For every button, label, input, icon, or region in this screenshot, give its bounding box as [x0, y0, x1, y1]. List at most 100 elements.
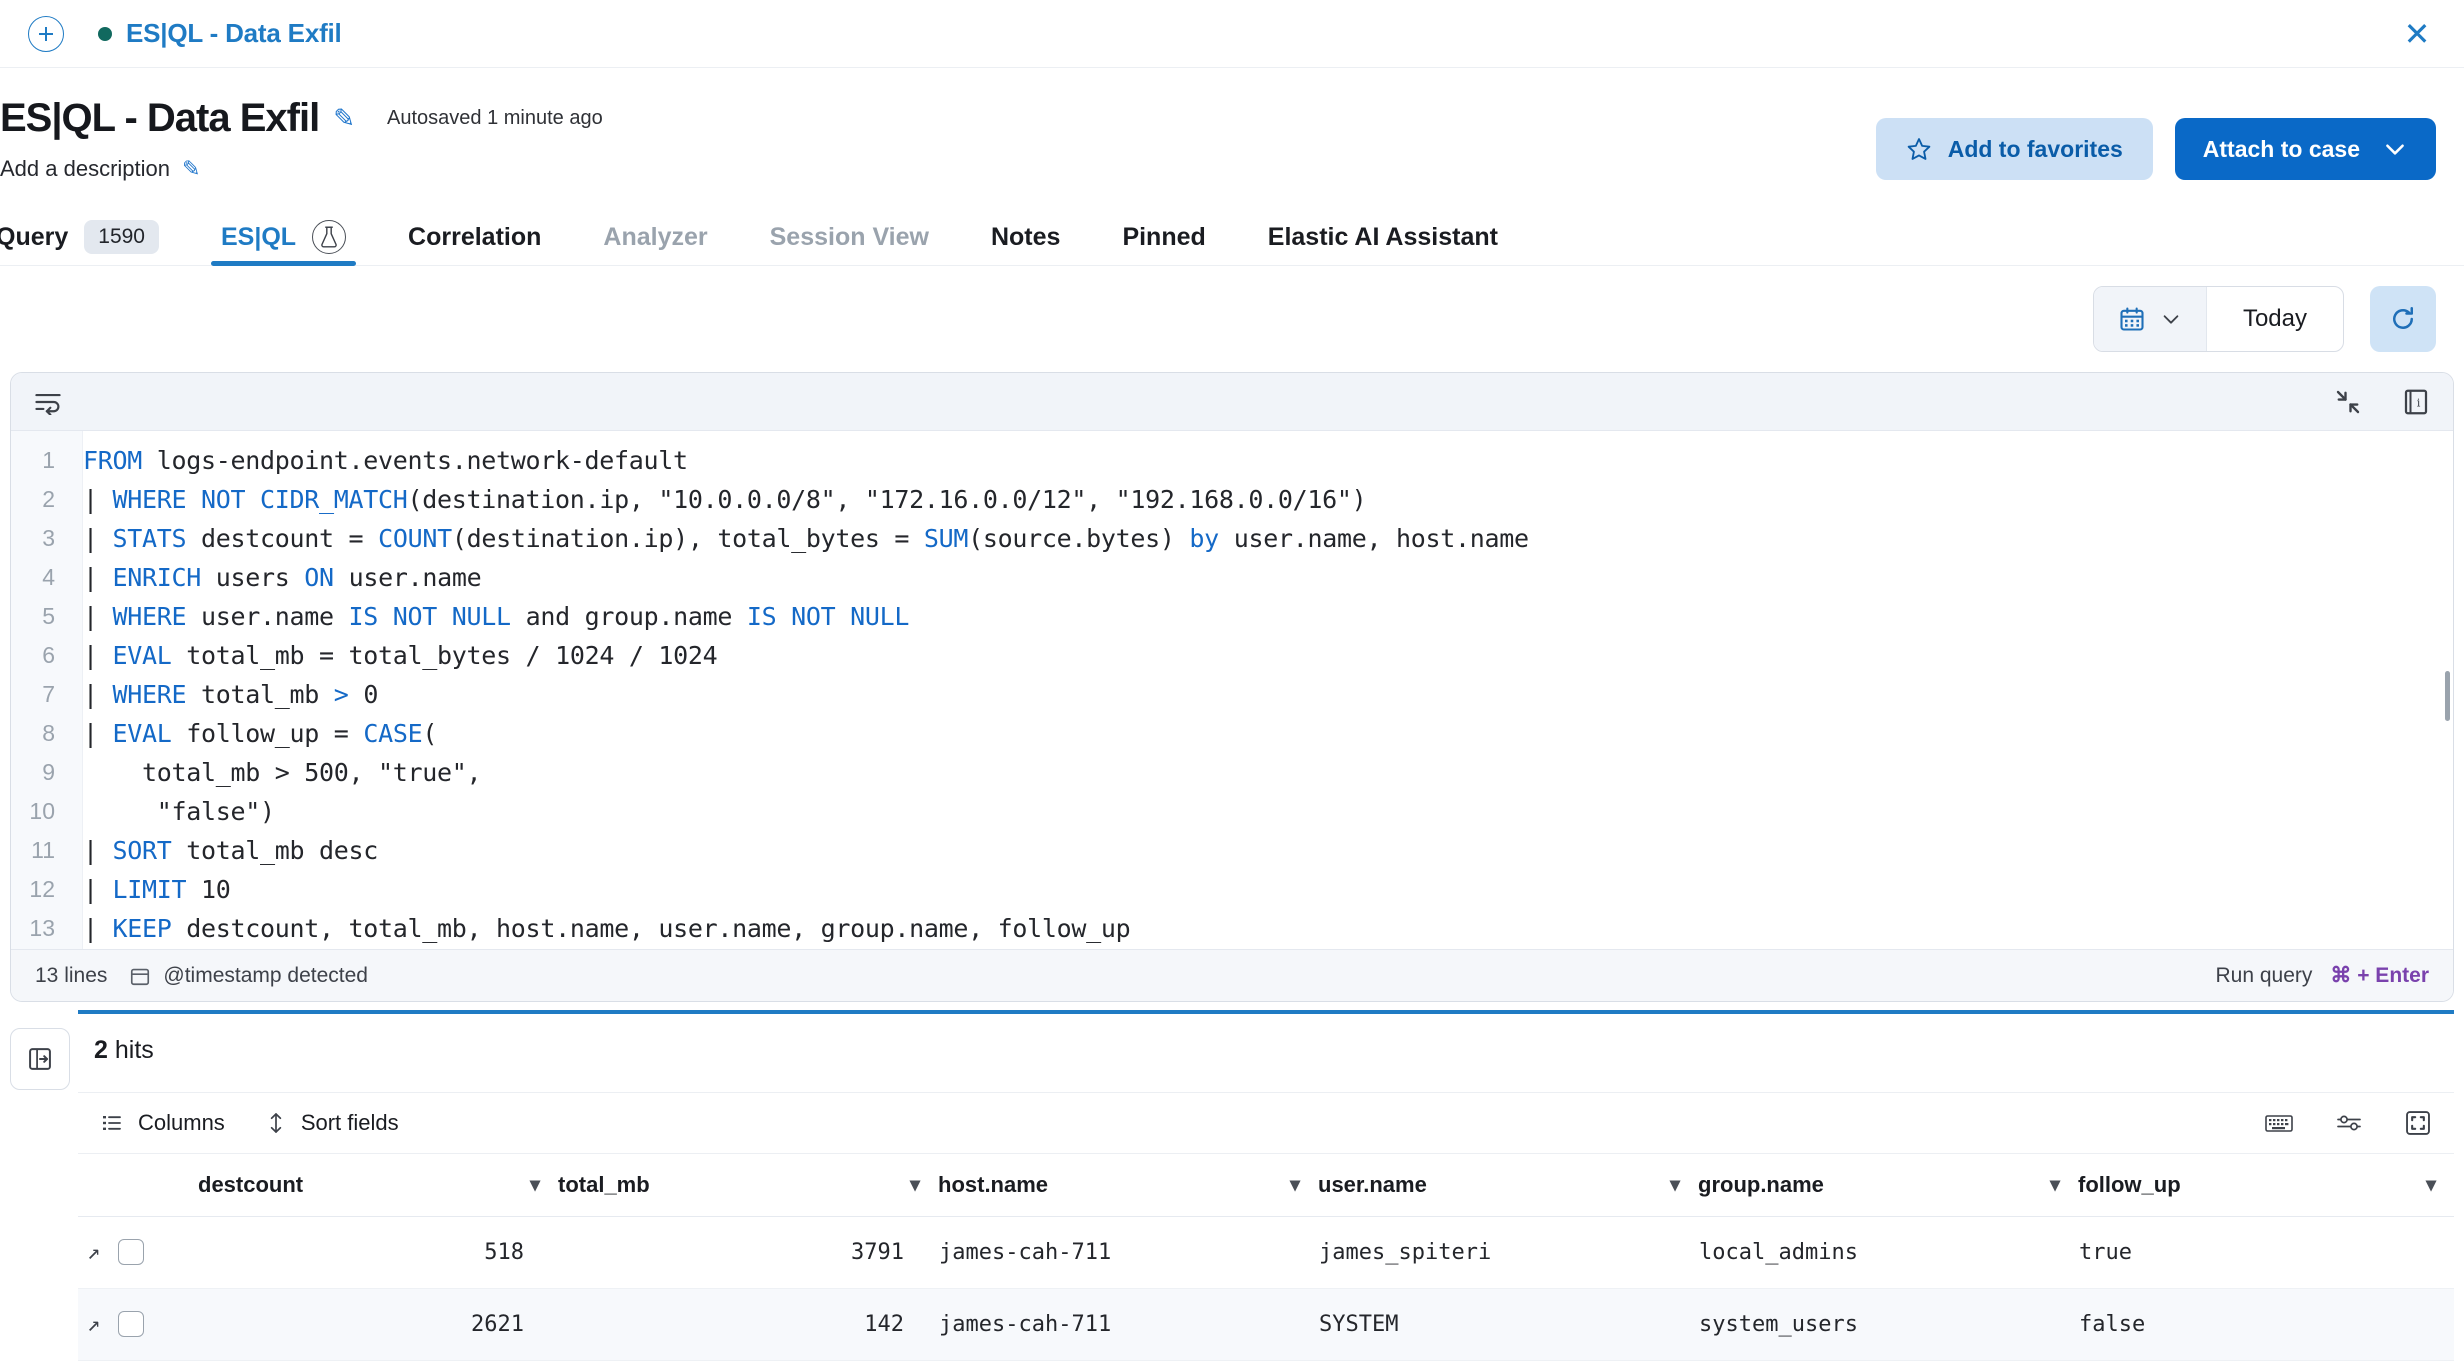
- flyout-tab-title[interactable]: ES|QL - Data Exfil: [126, 18, 342, 49]
- hits-count: 2: [94, 1036, 108, 1064]
- tab-query[interactable]: Query 1590: [0, 209, 177, 265]
- column-header-user-name[interactable]: user.name ▾: [1318, 1154, 1698, 1217]
- date-picker-row: Today: [0, 272, 2464, 368]
- hits-summary: 2 hits: [94, 1036, 154, 1065]
- chevron-down-icon[interactable]: ▾: [1670, 1172, 1680, 1197]
- add-timeline-button[interactable]: [28, 15, 64, 52]
- page-title: ES|QL - Data Exfil: [0, 96, 320, 140]
- refresh-button[interactable]: [2370, 286, 2436, 352]
- code-area[interactable]: 1 FROM logs-endpoint.events.network-defau…: [11, 431, 2453, 949]
- tab-correlation[interactable]: Correlation: [390, 209, 559, 265]
- chevron-down-icon[interactable]: ▾: [530, 1172, 540, 1197]
- editor-footer-right[interactable]: Run query ⌘ + Enter: [2215, 963, 2429, 988]
- line-number: 1: [42, 447, 55, 473]
- expand-row-icon[interactable]: ↗: [87, 1240, 100, 1265]
- chevron-down-icon[interactable]: ▾: [2426, 1172, 2436, 1197]
- column-header-follow-up[interactable]: follow_up ▾: [2078, 1154, 2454, 1217]
- date-range-display[interactable]: Today: [2207, 287, 2343, 351]
- row-controls: ↗: [78, 1216, 198, 1289]
- tab-pinned[interactable]: Pinned: [1104, 209, 1223, 265]
- columns-button[interactable]: Columns: [100, 1110, 225, 1136]
- tab-session-view[interactable]: Session View: [752, 209, 947, 265]
- editor-toolbar-right: i: [2333, 387, 2431, 417]
- code-text: | KEEP destcount, total_mb, host.name, u…: [83, 914, 1131, 943]
- add-to-favorites-button[interactable]: Add to favorites: [1875, 118, 2153, 180]
- run-query-shortcut: ⌘ + Enter: [2330, 964, 2429, 987]
- chevron-down-icon[interactable]: ▾: [910, 1172, 920, 1197]
- run-query-label: Run query: [2215, 963, 2313, 987]
- tab-elastic-ai-assistant[interactable]: Elastic AI Assistant: [1250, 209, 1516, 265]
- code-text: | WHERE total_mb > 0: [83, 680, 379, 709]
- results-accent-line: [78, 1010, 2454, 1014]
- code-line: 11 | SORT total_mb desc: [11, 831, 2453, 870]
- attach-to-case-button[interactable]: Attach to case: [2174, 118, 2436, 180]
- editor-footer-left: 13 lines @timestamp detected: [35, 964, 368, 988]
- expand-row-icon[interactable]: ↗: [87, 1312, 100, 1337]
- tab-query-count: 1590: [84, 220, 159, 254]
- close-icon[interactable]: ✕: [2400, 18, 2434, 52]
- add-to-favorites-label: Add to favorites: [1947, 135, 2123, 162]
- edit-title-pencil-icon[interactable]: ✎: [333, 103, 355, 134]
- tab-analyzer[interactable]: Analyzer: [585, 209, 725, 265]
- expand-panel-icon[interactable]: [10, 1028, 70, 1090]
- column-label: destcount: [198, 1171, 304, 1197]
- chevron-down-icon: [2386, 144, 2404, 155]
- quick-select-button[interactable]: [2093, 287, 2207, 351]
- column-header-host-name[interactable]: host.name ▾: [938, 1154, 1318, 1217]
- flyout-top-bar: ES|QL - Data Exfil ✕: [0, 0, 2464, 68]
- fullscreen-icon[interactable]: [2404, 1109, 2432, 1137]
- column-label: follow_up: [2078, 1171, 2181, 1197]
- title-row: ES|QL - Data Exfil ✎ Autosaved 1 minute …: [0, 96, 603, 141]
- table-row[interactable]: ↗ 2621 142 james-cah-711 SYSTEM system_u…: [78, 1288, 2454, 1361]
- code-line: 12 | LIMIT 10: [11, 870, 2453, 909]
- code-line: 6 | EVAL total_mb = total_bytes / 1024 / …: [11, 636, 2453, 675]
- results-toolbar: Columns Sort fields: [78, 1092, 2454, 1154]
- documentation-book-icon[interactable]: i: [2401, 387, 2431, 417]
- edit-description-pencil-icon[interactable]: ✎: [182, 156, 200, 182]
- columns-label: Columns: [138, 1110, 225, 1135]
- attach-to-case-label: Attach to case: [2202, 135, 2360, 162]
- date-range-label: Today: [2242, 305, 2307, 332]
- line-number: 13: [29, 915, 55, 941]
- header-actions: Add to favorites Attach to case: [1875, 118, 2436, 180]
- esql-query-editor: i 1 FROM logs-endpoint.events.network-def…: [10, 372, 2454, 1002]
- tab-elastic-ai-assistant-label: Elastic AI Assistant: [1267, 222, 1498, 251]
- row-checkbox[interactable]: [118, 1239, 145, 1265]
- chevron-down-icon[interactable]: ▾: [2050, 1172, 2060, 1197]
- collapse-icon[interactable]: [2333, 387, 2363, 417]
- grid-control-header: [78, 1154, 198, 1217]
- description-row[interactable]: Add a description ✎: [0, 156, 200, 182]
- editor-footer: 13 lines @timestamp detected Run query ⌘…: [11, 949, 2453, 1001]
- chevron-down-icon[interactable]: ▾: [1290, 1172, 1300, 1197]
- description-placeholder: Add a description: [0, 156, 170, 181]
- column-label: host.name: [938, 1171, 1049, 1197]
- tab-notes-label: Notes: [990, 222, 1061, 251]
- timeline-tabs: Query 1590 ES|QL Correlation Analyzer Se…: [0, 198, 2464, 266]
- code-line: 5 | WHERE user.name IS NOT NULL and group…: [11, 597, 2453, 636]
- editor-scrollbar[interactable]: [2445, 671, 2450, 721]
- cell-group-name: local_admins: [1698, 1216, 2078, 1289]
- column-header-group-name[interactable]: group.name ▾: [1698, 1154, 2078, 1217]
- code-text: FROM logs-endpoint.events.network-defaul…: [83, 446, 688, 475]
- hits-label: hits: [114, 1036, 154, 1064]
- sort-fields-button[interactable]: Sort fields: [265, 1110, 399, 1136]
- column-header-total-mb[interactable]: total_mb ▾: [558, 1154, 938, 1217]
- display-options-icon[interactable]: [2334, 1111, 2364, 1135]
- line-number: 10: [29, 798, 55, 824]
- code-text: | SORT total_mb desc: [83, 836, 379, 865]
- word-wrap-icon[interactable]: [33, 389, 63, 415]
- esql-data-exfil-page: ES|QL - Data Exfil ✕ ES|QL - Data Exfil …: [0, 0, 2464, 1372]
- code-lines: 1 FROM logs-endpoint.events.network-defau…: [11, 441, 2453, 948]
- keyboard-icon[interactable]: [2264, 1111, 2294, 1135]
- tab-esql[interactable]: ES|QL: [203, 209, 364, 266]
- code-line: 3 | STATS destcount = COUNT(destination.i…: [11, 519, 2453, 558]
- cell-total-mb: 3791: [558, 1216, 938, 1289]
- column-header-destcount[interactable]: destcount ▾: [198, 1154, 558, 1217]
- column-label: user.name: [1318, 1171, 1427, 1197]
- tab-notes[interactable]: Notes: [973, 209, 1078, 265]
- line-number: 9: [42, 759, 55, 785]
- results-panel: 2 hits Columns Sort fields destcount ▾ t…: [10, 1010, 2454, 1372]
- row-checkbox[interactable]: [118, 1311, 145, 1337]
- table-row[interactable]: ↗ 518 3791 james-cah-711 james_spiteri l…: [78, 1216, 2454, 1289]
- column-label: total_mb: [558, 1171, 650, 1197]
